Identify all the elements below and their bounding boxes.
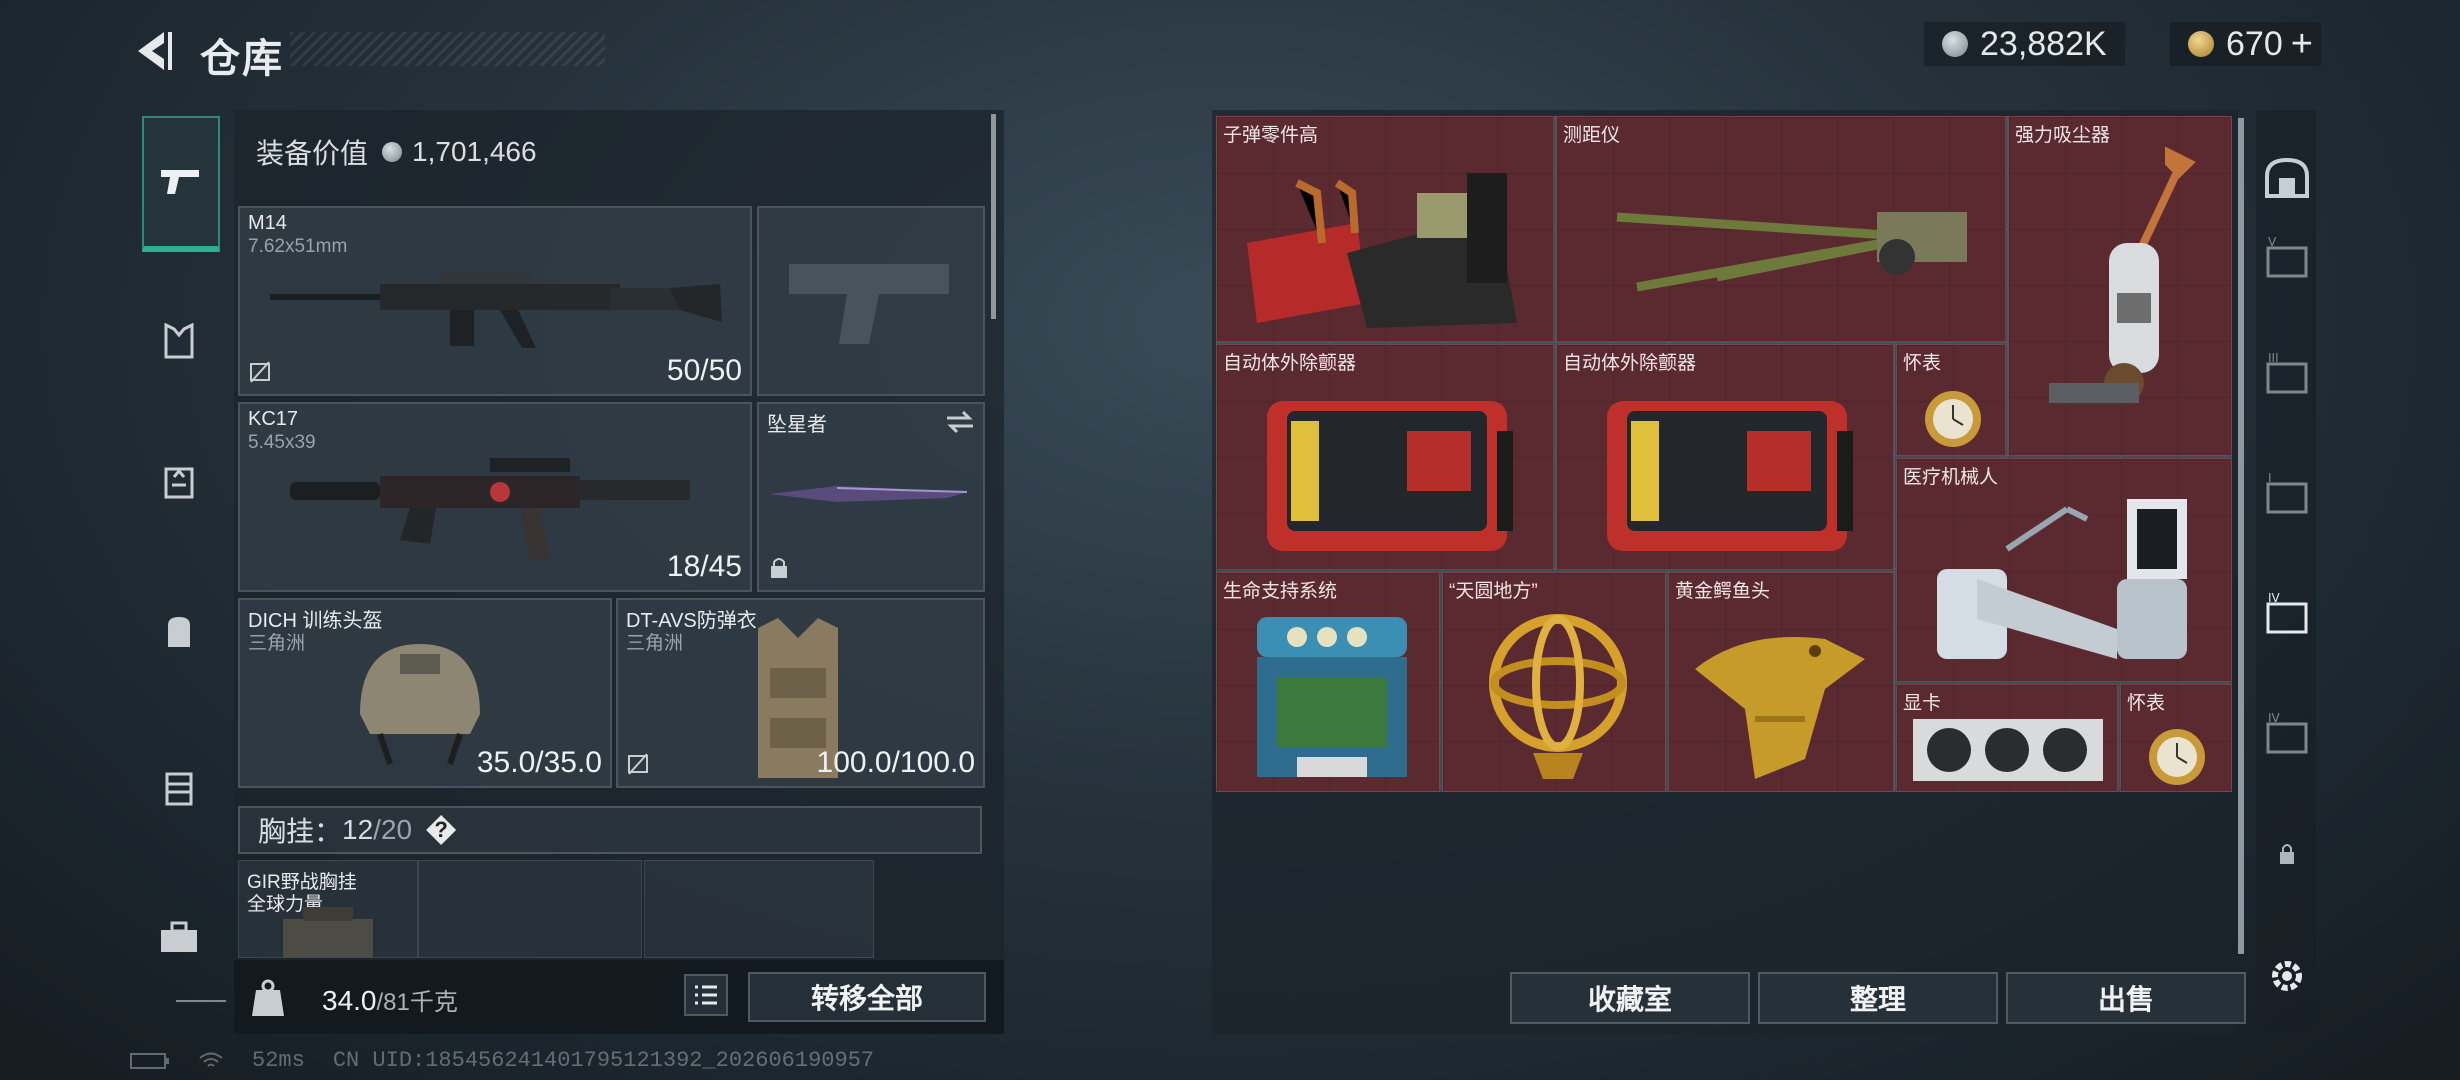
medical-robot-image	[1937, 499, 2187, 659]
silver-coin-icon	[1942, 31, 1968, 57]
storage-item-armillary[interactable]: “天圆地方”	[1442, 572, 1666, 792]
nav-chest-rig[interactable]	[142, 444, 216, 518]
chest-rig-bar: 胸挂： 12 /20 ?	[238, 806, 982, 854]
gold-coin-icon	[2188, 31, 2214, 57]
nav-weapons[interactable]	[142, 116, 220, 252]
storage-tab-3-icon[interactable]: III	[2262, 352, 2312, 396]
storage-tab-4b-icon[interactable]: IV	[2262, 712, 2312, 756]
wifi-icon	[199, 1052, 223, 1067]
transfer-all-button[interactable]: 转移全部	[748, 972, 986, 1022]
list-view-button[interactable]	[684, 974, 728, 1016]
silver-currency: 23,882K	[1924, 22, 2125, 66]
gold-currency[interactable]: 670 +	[2170, 22, 2321, 66]
ping-readout: 52ms	[252, 1048, 305, 1073]
m14-rifle-image	[270, 272, 722, 348]
vacuum-image	[2049, 146, 2196, 403]
lock-icon	[771, 558, 787, 578]
pistol-slot[interactable]	[757, 206, 985, 396]
life-support-image	[1257, 617, 1407, 777]
storage-item-rangefinder[interactable]: 测距仪	[1556, 116, 2006, 342]
left-nav	[134, 110, 224, 1010]
nav-armor[interactable]	[142, 304, 216, 378]
svg-text:I: I	[2268, 472, 2272, 485]
storage-item-ammo-parts[interactable]: 子弹零件高	[1216, 116, 1554, 342]
settings-gear-icon[interactable]	[2262, 954, 2312, 998]
ammo-parts-image	[1247, 173, 1517, 328]
pocket-watch-image	[1925, 391, 1981, 447]
battery-icon	[130, 1052, 169, 1069]
weight-icon	[252, 979, 284, 1016]
weight-bar: 34.0/81千克 转移全部	[234, 960, 1004, 1034]
storage-item-pocket-watch-2[interactable]: 怀表	[2120, 684, 2232, 792]
aed-image	[1607, 401, 1853, 551]
list-icon	[695, 985, 717, 1005]
locked-tab-icon	[2280, 844, 2294, 864]
storage-item-aed-2[interactable]: 自动体外除颤器	[1556, 344, 1894, 570]
melee-slot[interactable]: 坠星者	[757, 402, 985, 592]
toolbox-icon	[161, 921, 197, 952]
page-title: 仓库	[200, 37, 284, 81]
equipment-scrollbar[interactable]	[991, 114, 996, 319]
secondary-weapon-slot[interactable]: KC17 5.45x39 18/45	[238, 402, 752, 592]
svg-text:IV: IV	[2268, 592, 2281, 605]
no-insure-icon	[250, 361, 270, 383]
knife-image	[769, 486, 968, 502]
storage-tab-4-icon[interactable]: IV	[2262, 592, 2312, 636]
storage-item-golden-croc[interactable]: 黄金鳄鱼头	[1668, 572, 1894, 792]
vest-icon	[164, 323, 194, 359]
kc17-rifle-image	[290, 458, 690, 560]
primary-weapon-slot[interactable]: M14 7.62x51mm 50/50	[238, 206, 752, 396]
storage-tab-5-icon[interactable]: V	[2262, 236, 2312, 280]
storage-item-life-support[interactable]: 生命支持系统	[1216, 572, 1440, 792]
help-icon[interactable]: ?	[426, 815, 457, 845]
equipment-value: 装备价值 1,701,466	[256, 136, 537, 169]
svg-text:V: V	[2268, 236, 2277, 249]
backpack-icon	[168, 617, 190, 647]
pistol-placeholder-icon	[789, 264, 949, 344]
aed-image	[1267, 401, 1513, 551]
case-icon	[165, 772, 193, 806]
organize-button[interactable]: 整理	[1758, 972, 1998, 1024]
armillary-image	[1489, 614, 1627, 779]
pistol-icon	[161, 170, 199, 194]
chest-rig-image	[283, 907, 373, 957]
storage-item-aed-1[interactable]: 自动体外除颤器	[1216, 344, 1554, 570]
helmet-slot[interactable]: DICH 训练头盔 三角洲 35.0/35.0	[238, 598, 612, 788]
uid-readout: CN UID:18545624140179512139​2_2026061909…	[332, 1048, 875, 1073]
svg-text:III: III	[2268, 352, 2279, 365]
nav-case[interactable]	[142, 750, 216, 824]
golden-croc-image	[1695, 637, 1865, 779]
rig-cell-2[interactable]	[644, 860, 874, 958]
title-decoration	[290, 32, 605, 66]
add-gold-button[interactable]: +	[2291, 23, 2313, 66]
vault-tab-icon[interactable]	[2262, 156, 2312, 200]
weight-max: /81千克	[376, 989, 458, 1016]
rig-cell-1[interactable]	[418, 860, 642, 958]
rangefinder-image	[1616, 212, 1967, 292]
chest-rig-slot[interactable]: GIR野战胸挂 全球力量	[238, 860, 418, 958]
nav-backpack[interactable]	[142, 594, 216, 668]
storage-item-pocket-watch-1[interactable]: 怀表	[1896, 344, 2006, 456]
gpu-image	[1913, 719, 2103, 781]
status-footer: 52ms CN UID:18545624140179512139​2_20260…	[130, 1048, 874, 1073]
storage-item-medical-robot[interactable]: 医疗机械人	[1896, 458, 2232, 682]
storage-item-gpu[interactable]: 显卡	[1896, 684, 2118, 792]
nav-toolbox[interactable]	[142, 900, 216, 974]
storage-tab-1-icon[interactable]: I	[2262, 472, 2312, 516]
swap-icon[interactable]	[945, 410, 975, 434]
helmet-image	[360, 644, 480, 765]
back-arrow-icon[interactable]	[130, 28, 176, 74]
collection-room-button[interactable]: 收藏室	[1510, 972, 1750, 1024]
pocket-watch-image	[2149, 729, 2205, 785]
armor-slot[interactable]: DT-AVS防弹衣 三角洲 100.0/100.0	[616, 598, 985, 788]
weight-current: 34.0	[322, 985, 377, 1016]
nav-divider	[176, 1000, 226, 1002]
chest-rig-icon	[164, 467, 194, 499]
sell-button[interactable]: 出售	[2006, 972, 2246, 1024]
svg-text:IV: IV	[2268, 712, 2281, 725]
storage-item-vacuum[interactable]: 强力吸尘器	[2008, 116, 2232, 456]
storage-scrollbar[interactable]	[2238, 118, 2244, 954]
silver-coin-icon	[382, 142, 403, 162]
no-insure-icon	[628, 753, 648, 775]
